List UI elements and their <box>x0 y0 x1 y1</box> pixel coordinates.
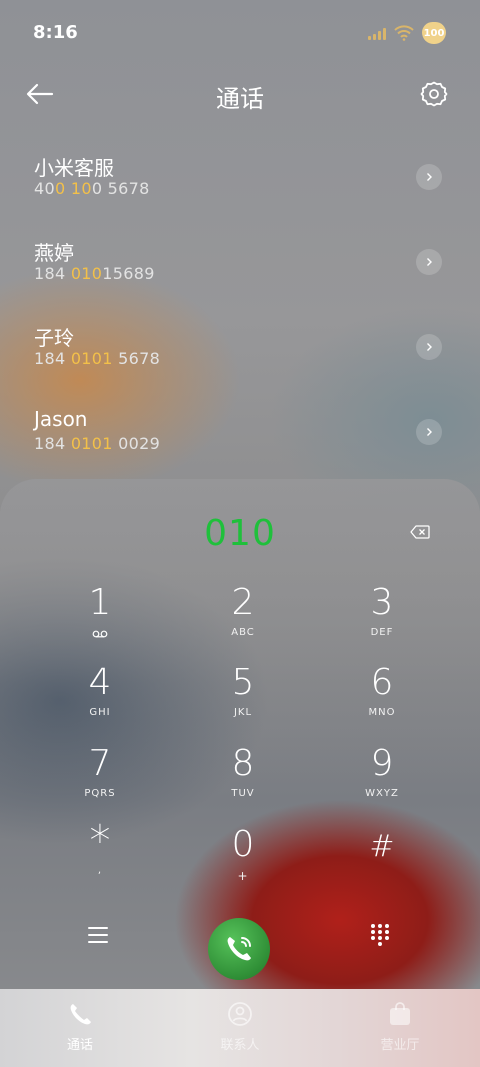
contact-name: Jason <box>34 407 88 431</box>
dial-input[interactable]: 010 <box>0 513 480 554</box>
status-time: 8:16 <box>33 22 78 43</box>
key-letters: JKL <box>233 707 253 718</box>
tab-calls[interactable]: 通话 <box>0 989 160 1067</box>
chevron-right-icon[interactable] <box>416 164 442 190</box>
key-8[interactable]: 8 TUV <box>183 744 303 818</box>
contact-item[interactable]: 小米客服 400 100 5678 <box>0 132 480 217</box>
backspace-icon[interactable] <box>410 525 430 539</box>
key-letters: TUV <box>231 788 255 799</box>
contact-item[interactable]: Jason 184 0101 0029 <box>0 387 480 472</box>
key-digit: 6 <box>370 662 394 703</box>
header: 通话 <box>0 64 480 124</box>
tab-contacts[interactable]: 联系人 <box>160 989 320 1067</box>
key-digit: # <box>369 829 395 864</box>
tab-label: 联系人 <box>220 1038 260 1053</box>
menu-icon[interactable] <box>86 923 110 947</box>
key-0[interactable]: 0 + <box>183 825 303 899</box>
key-7[interactable]: 7 PQRS <box>40 744 160 818</box>
contact-number: 184 0101 0029 <box>34 434 161 453</box>
key-letters: DEF <box>370 627 394 638</box>
tab-service-hall[interactable]: 营业厅 <box>320 989 480 1067</box>
key-letters: GHI <box>89 707 111 718</box>
key-3[interactable]: 3 DEF <box>322 583 442 657</box>
key-digit: * <box>89 816 111 865</box>
key-hash[interactable]: # <box>322 827 442 901</box>
status-bar: 8:16 100 <box>0 0 480 64</box>
wifi-icon <box>394 25 414 41</box>
key-star[interactable]: * , <box>40 816 160 895</box>
chevron-right-icon[interactable] <box>416 249 442 275</box>
key-letters: , <box>97 865 103 876</box>
key-digit: 5 <box>231 662 255 703</box>
contact-name: 子玲 <box>34 326 74 350</box>
contact-name: 小米客服 <box>34 156 114 180</box>
contact-name: 燕婷 <box>34 241 74 265</box>
contact-number: 184 0101 5678 <box>34 349 161 368</box>
key-letters: PQRS <box>84 788 116 799</box>
contact-icon <box>228 1002 252 1026</box>
signal-icon <box>368 26 386 40</box>
key-letters: ABC <box>231 627 255 638</box>
chevron-right-icon[interactable] <box>416 419 442 445</box>
key-letters: WXYZ <box>365 788 399 799</box>
key-9[interactable]: 9 WXYZ <box>322 744 442 818</box>
key-digit: 1 <box>88 582 112 623</box>
tab-label: 营业厅 <box>380 1038 420 1053</box>
contact-item[interactable]: 燕婷 184 01015689 <box>0 217 480 302</box>
contact-list: 小米客服 400 100 5678 燕婷 184 01015689 子玲 184… <box>0 132 480 472</box>
key-digit: 3 <box>370 582 394 623</box>
voicemail-icon <box>92 630 108 638</box>
contact-number: 184 01015689 <box>34 264 155 283</box>
tab-label: 通话 <box>66 1038 93 1053</box>
key-digit: 2 <box>231 582 255 623</box>
key-digit: 8 <box>231 743 255 784</box>
key-1[interactable]: 1 <box>40 583 160 657</box>
key-digit: 0 <box>231 824 255 865</box>
key-letters: MNO <box>368 707 396 718</box>
chevron-right-icon[interactable] <box>416 334 442 360</box>
page-title: 通话 <box>216 85 264 113</box>
key-4[interactable]: 4 GHI <box>40 663 160 737</box>
key-digit: 7 <box>88 743 112 784</box>
status-icons: 100 <box>368 22 446 44</box>
key-digit: 9 <box>370 743 394 784</box>
phone-icon <box>70 1004 91 1025</box>
key-2[interactable]: 2 ABC <box>183 583 303 657</box>
gear-icon[interactable] <box>420 80 448 108</box>
contact-number: 400 100 5678 <box>34 179 150 198</box>
contact-item[interactable]: 子玲 184 0101 5678 <box>0 302 480 387</box>
call-button[interactable] <box>208 918 270 980</box>
key-6[interactable]: 6 MNO <box>322 663 442 737</box>
key-letters: + <box>237 869 249 883</box>
key-digit: 4 <box>88 662 112 703</box>
battery-icon: 100 <box>422 22 446 44</box>
bottom-tab-bar: 通话 联系人 营业厅 <box>0 989 480 1067</box>
bag-icon <box>390 1002 410 1025</box>
phone-icon <box>227 937 251 961</box>
key-5[interactable]: 5 JKL <box>183 663 303 737</box>
keypad-toggle-icon[interactable] <box>370 923 390 947</box>
dialpad: 010 1 2 ABC 3 DEF 4 GHI 5 JKL 6 MNO 7 PQ… <box>0 479 480 989</box>
